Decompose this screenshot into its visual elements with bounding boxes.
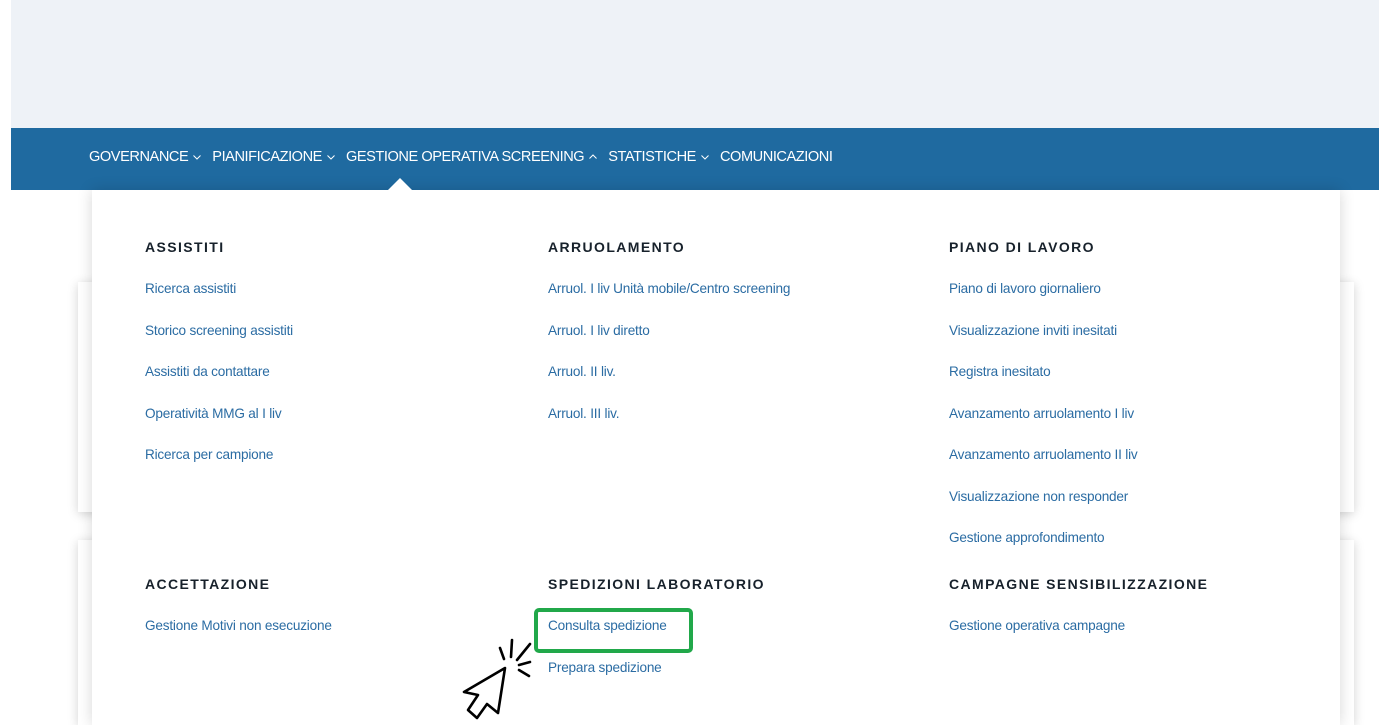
link-piano-lavoro-giornaliero[interactable]: Piano di lavoro giornaliero: [949, 281, 1101, 296]
list-item: Ricerca per campione: [145, 446, 293, 488]
nav-governance[interactable]: GOVERNANCE: [89, 149, 202, 165]
nav-governance-label: GOVERNANCE: [89, 149, 189, 165]
nav-gestione-operativa-screening[interactable]: GESTIONE OPERATIVA SCREENING: [346, 149, 598, 165]
nav-items: GOVERNANCE PIANIFICAZIONE GESTIONE OPERA…: [89, 149, 842, 165]
list-item: Prepara spedizione: [548, 659, 765, 701]
section-title: PIANO DI LAVORO: [949, 239, 1095, 255]
list-item: Avanzamento arruolamento II liv: [949, 446, 1138, 488]
section-arruolamento: ARRUOLAMENTO Arruol. I liv Unità mobile/…: [548, 239, 790, 446]
chevron-up-icon: [588, 152, 598, 162]
list-item: Arruol. III liv.: [548, 405, 790, 447]
link-ricerca-per-campione[interactable]: Ricerca per campione: [145, 447, 273, 462]
nav-statistiche[interactable]: STATISTICHE: [608, 149, 710, 165]
page-header-area: [11, 0, 1379, 128]
link-gestione-approfondimento[interactable]: Gestione approfondimento: [949, 530, 1105, 545]
chevron-down-icon: [326, 152, 336, 162]
link-prepara-spedizione[interactable]: Prepara spedizione: [548, 660, 662, 675]
link-ricerca-assistiti[interactable]: Ricerca assistiti: [145, 281, 236, 296]
section-links: Consulta spedizione Prepara spedizione: [548, 617, 765, 700]
list-item: Piano di lavoro giornaliero: [949, 280, 1138, 322]
link-arruol-i-liv-unita-mobile[interactable]: Arruol. I liv Unità mobile/Centro screen…: [548, 281, 790, 296]
nav-pianificazione[interactable]: PIANIFICAZIONE: [212, 149, 336, 165]
link-arruol-i-liv-diretto[interactable]: Arruol. I liv diretto: [548, 323, 650, 338]
link-assistiti-da-contattare[interactable]: Assistiti da contattare: [145, 364, 270, 379]
nav-statistiche-label: STATISTICHE: [608, 149, 696, 165]
link-gestione-operativa-campagne[interactable]: Gestione operativa campagne: [949, 618, 1125, 633]
list-item: Gestione approfondimento: [949, 529, 1138, 571]
list-item: Gestione operativa campagne: [949, 617, 1208, 659]
section-links: Gestione Motivi non esecuzione: [145, 617, 332, 659]
section-assistiti: ASSISTITI Ricerca assistiti Storico scre…: [145, 239, 293, 488]
list-item: Ricerca assistiti: [145, 280, 293, 322]
section-accettazione: ACCETTAZIONE Gestione Motivi non esecuzi…: [145, 576, 332, 659]
link-visualizzazione-non-responder[interactable]: Visualizzazione non responder: [949, 489, 1128, 504]
link-gestione-motivi-non-esecuzione[interactable]: Gestione Motivi non esecuzione: [145, 618, 332, 633]
section-campagne-sensibilizzazione: CAMPAGNE SENSIBILIZZAZIONE Gestione oper…: [949, 576, 1208, 659]
click-cursor-icon: [456, 632, 552, 725]
list-item: Arruol. I liv diretto: [548, 322, 790, 364]
list-item: Gestione Motivi non esecuzione: [145, 617, 332, 659]
list-item: Avanzamento arruolamento I liv: [949, 405, 1138, 447]
nav-comunicazioni[interactable]: COMUNICAZIONI: [720, 149, 833, 165]
section-spedizioni-laboratorio: SPEDIZIONI LABORATORIO Consulta spedizio…: [548, 576, 765, 700]
section-title: ARRUOLAMENTO: [548, 239, 686, 255]
link-operativita-mmg[interactable]: Operatività MMG al I liv: [145, 406, 282, 421]
chevron-down-icon: [700, 152, 710, 162]
list-item: Arruol. I liv Unità mobile/Centro screen…: [548, 280, 790, 322]
section-title: ACCETTAZIONE: [145, 576, 271, 592]
mega-menu-dropdown: ASSISTITI Ricerca assistiti Storico scre…: [92, 190, 1340, 725]
section-title: CAMPAGNE SENSIBILIZZAZIONE: [949, 576, 1209, 592]
link-avanzamento-arruolamento-ii-liv[interactable]: Avanzamento arruolamento II liv: [949, 447, 1138, 462]
section-title: SPEDIZIONI LABORATORIO: [548, 576, 765, 592]
nav-pianificazione-label: PIANIFICAZIONE: [212, 149, 322, 165]
list-item: Consulta spedizione: [548, 617, 765, 659]
link-visualizzazione-inviti-inesitati[interactable]: Visualizzazione inviti inesitati: [949, 323, 1117, 338]
list-item: Storico screening assistiti: [145, 322, 293, 364]
list-item: Visualizzazione inviti inesitati: [949, 322, 1138, 364]
link-consulta-spedizione[interactable]: Consulta spedizione: [548, 618, 667, 633]
section-links: Arruol. I liv Unità mobile/Centro screen…: [548, 280, 790, 446]
nav-gestione-operativa-screening-label: GESTIONE OPERATIVA SCREENING: [345, 149, 585, 165]
link-avanzamento-arruolamento-i-liv[interactable]: Avanzamento arruolamento I liv: [949, 406, 1134, 421]
link-storico-screening-assistiti[interactable]: Storico screening assistiti: [145, 323, 293, 338]
section-piano-di-lavoro: PIANO DI LAVORO Piano di lavoro giornali…: [949, 239, 1138, 571]
list-item: Arruol. II liv.: [548, 363, 790, 405]
section-links: Piano di lavoro giornaliero Visualizzazi…: [949, 280, 1138, 571]
link-registra-inesitato[interactable]: Registra inesitato: [949, 364, 1051, 379]
list-item: Assistiti da contattare: [145, 363, 293, 405]
main-navbar: GOVERNANCE PIANIFICAZIONE GESTIONE OPERA…: [11, 128, 1379, 190]
dropdown-caret: [388, 178, 412, 190]
section-title: ASSISTITI: [145, 239, 225, 255]
chevron-down-icon: [192, 152, 202, 162]
nav-comunicazioni-label: COMUNICAZIONI: [719, 149, 833, 165]
section-links: Gestione operativa campagne: [949, 617, 1208, 659]
list-item: Operatività MMG al I liv: [145, 405, 293, 447]
list-item: Registra inesitato: [949, 363, 1138, 405]
link-arruol-ii-liv[interactable]: Arruol. II liv.: [548, 364, 616, 379]
section-links: Ricerca assistiti Storico screening assi…: [145, 280, 293, 488]
link-arruol-iii-liv[interactable]: Arruol. III liv.: [548, 406, 620, 421]
list-item: Visualizzazione non responder: [949, 488, 1138, 530]
